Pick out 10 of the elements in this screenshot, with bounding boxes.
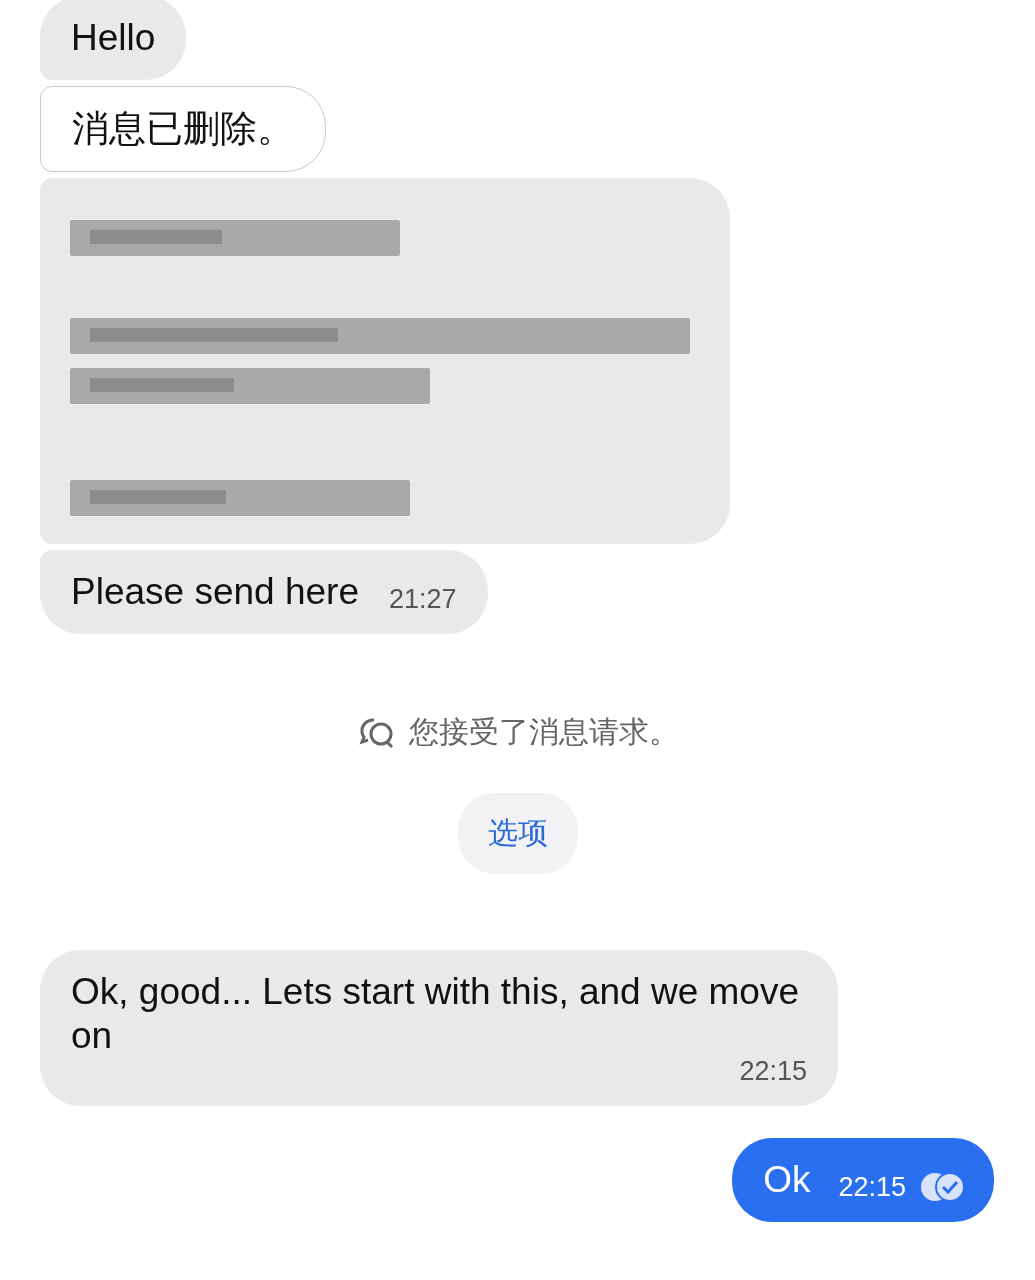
options-button[interactable]: 选项 xyxy=(457,793,578,874)
message-time: 22:15 xyxy=(738,1056,807,1086)
message-bubble: Hello xyxy=(40,0,187,80)
deleted-message-bubble: 消息已删除。 xyxy=(40,86,326,172)
message-text: Please send here xyxy=(71,570,359,614)
message-text: Ok, good... Lets start with this, and we move on xyxy=(71,970,800,1058)
system-notice: 您接受了消息请求。 xyxy=(408,714,679,750)
message-text: Ok xyxy=(763,1158,811,1202)
message-time: 22:15 xyxy=(838,1172,906,1202)
message-time: 21:27 xyxy=(389,584,457,614)
